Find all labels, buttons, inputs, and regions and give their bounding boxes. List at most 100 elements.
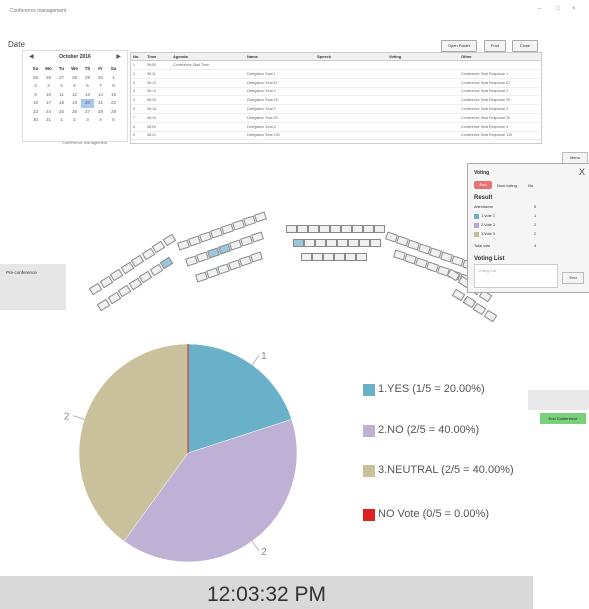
- table-row[interactable]: 8 08:20 Delegation Seat 4 Conference Seat R…: [131, 123, 541, 132]
- seat[interactable]: [293, 239, 304, 247]
- calendar-day[interactable]: 30: [94, 74, 107, 83]
- calendar-day[interactable]: 5: [107, 116, 120, 125]
- calendar-day[interactable]: 28: [68, 74, 81, 83]
- seat[interactable]: [345, 253, 356, 261]
- column-header[interactable]: Speech: [317, 54, 331, 59]
- calendar-day[interactable]: 4: [94, 116, 107, 125]
- voting-list-box[interactable]: Voting List: [474, 264, 558, 288]
- calendar-day[interactable]: 18: [55, 99, 68, 108]
- calendar-day[interactable]: 24: [42, 108, 55, 117]
- seat[interactable]: [251, 231, 264, 243]
- column-header[interactable]: Name: [247, 54, 258, 59]
- seat[interactable]: [301, 253, 312, 261]
- table-row[interactable]: 2 08:11 Delegation Seat 1 Conference Seat R…: [131, 70, 541, 79]
- table-row[interactable]: 6 08:18 Delegation Seat 3 Conference Seat R…: [131, 105, 541, 114]
- table-row[interactable]: 1 08:00 Conference Start Time: [131, 61, 541, 70]
- calendar-day[interactable]: 1: [107, 74, 120, 83]
- calendar-day[interactable]: 4: [55, 82, 68, 91]
- calendar-day[interactable]: 25: [55, 108, 68, 117]
- seat[interactable]: [286, 225, 297, 233]
- seat[interactable]: [254, 211, 267, 223]
- minimize-button[interactable]: –: [538, 6, 541, 12]
- seat[interactable]: [341, 225, 352, 233]
- calendar-day[interactable]: 25: [29, 74, 42, 83]
- seat[interactable]: [312, 253, 323, 261]
- seat[interactable]: [297, 225, 308, 233]
- seat[interactable]: [323, 253, 334, 261]
- calendar-day[interactable]: 29: [81, 74, 94, 83]
- calendar-day[interactable]: 27: [81, 108, 94, 117]
- seat[interactable]: [348, 239, 359, 247]
- column-header[interactable]: Agenda: [173, 54, 188, 59]
- calendar-day[interactable]: 8: [107, 82, 120, 91]
- calendar-day[interactable]: 3: [42, 82, 55, 91]
- calendar-day[interactable]: 5: [68, 82, 81, 91]
- calendar-day[interactable]: 30: [29, 116, 42, 125]
- column-header[interactable]: Time: [147, 54, 156, 59]
- column-header[interactable]: No.: [133, 54, 139, 59]
- calendar-day[interactable]: 9: [29, 91, 42, 100]
- calendar-day[interactable]: 26: [68, 108, 81, 117]
- seat[interactable]: [315, 239, 326, 247]
- calendar-day[interactable]: 23: [29, 108, 42, 117]
- calendar-day[interactable]: 2: [68, 116, 81, 125]
- calendar-day[interactable]: 7: [94, 82, 107, 91]
- seat[interactable]: [359, 239, 370, 247]
- seat[interactable]: [250, 251, 263, 263]
- calendar-day[interactable]: 19: [68, 99, 81, 108]
- seat[interactable]: [308, 225, 319, 233]
- seat[interactable]: [326, 239, 337, 247]
- calendar-day[interactable]: 6: [81, 82, 94, 91]
- calendar-day[interactable]: 26: [42, 74, 55, 83]
- calendar-month-label[interactable]: October 2016: [23, 54, 127, 60]
- seat[interactable]: [374, 225, 385, 233]
- close-icon[interactable]: X: [579, 167, 585, 177]
- table-row[interactable]: 5 08:16 Delegation Seat 29 Conference Seat …: [131, 96, 541, 106]
- calendar-day[interactable]: 31: [42, 116, 55, 125]
- print-button[interactable]: Print: [484, 40, 506, 52]
- calendar-day[interactable]: 1: [55, 116, 68, 125]
- calendar-day[interactable]: 12: [68, 91, 81, 100]
- column-header[interactable]: Other: [461, 54, 472, 59]
- calendar-day[interactable]: 28: [94, 108, 107, 117]
- seat[interactable]: [334, 253, 345, 261]
- seat[interactable]: [96, 298, 111, 312]
- table-row[interactable]: 3 08:13 Delegation Seat 67 Conference Seat …: [131, 79, 541, 88]
- calendar-day[interactable]: 22: [107, 99, 120, 108]
- calendar-next-button[interactable]: ▶: [116, 53, 121, 60]
- table-row[interactable]: 7 08:19 Delegation Seat 30 Conference Seat …: [131, 114, 541, 123]
- table-row[interactable]: 9 08:21 Delegation Seat 130 Conference Seat…: [131, 131, 541, 141]
- calendar-day[interactable]: 10: [42, 91, 55, 100]
- column-header[interactable]: Voting: [389, 54, 401, 59]
- calendar-day[interactable]: 16: [29, 99, 42, 108]
- seat[interactable]: [352, 225, 363, 233]
- seat[interactable]: [319, 225, 330, 233]
- seat[interactable]: [337, 239, 348, 247]
- seat[interactable]: [356, 253, 367, 261]
- close-window-button[interactable]: ×: [572, 6, 576, 12]
- end-button[interactable]: End: [562, 272, 584, 284]
- seat[interactable]: [483, 309, 497, 323]
- calendar-day[interactable]: 13: [81, 91, 94, 100]
- end-voting-button[interactable]: End: [474, 181, 492, 189]
- calendar-day[interactable]: 14: [94, 91, 107, 100]
- calendar-day[interactable]: 2: [29, 82, 42, 91]
- close-button[interactable]: Close: [512, 40, 538, 52]
- calendar-day[interactable]: 20: [81, 99, 94, 108]
- seat[interactable]: [363, 225, 374, 233]
- calendar-day[interactable]: 15: [107, 91, 120, 100]
- seat[interactable]: [88, 282, 103, 296]
- table-row[interactable]: 4 08:14 Delegation Seat 2 Conference Seat R…: [131, 87, 541, 97]
- calendar-day[interactable]: 17: [42, 99, 55, 108]
- calendar-day[interactable]: 3: [81, 116, 94, 125]
- calendar-day[interactable]: 27: [55, 74, 68, 83]
- calendar-day[interactable]: 29: [107, 108, 120, 117]
- seat[interactable]: [162, 233, 176, 247]
- maximize-button[interactable]: □: [556, 6, 560, 12]
- open-folder-button[interactable]: Open Folder: [441, 40, 477, 52]
- seat[interactable]: [370, 239, 381, 247]
- calendar-day[interactable]: 11: [55, 91, 68, 100]
- seat[interactable]: [330, 225, 341, 233]
- seat[interactable]: [304, 239, 315, 247]
- end-conference-button[interactable]: End Conference: [540, 413, 586, 424]
